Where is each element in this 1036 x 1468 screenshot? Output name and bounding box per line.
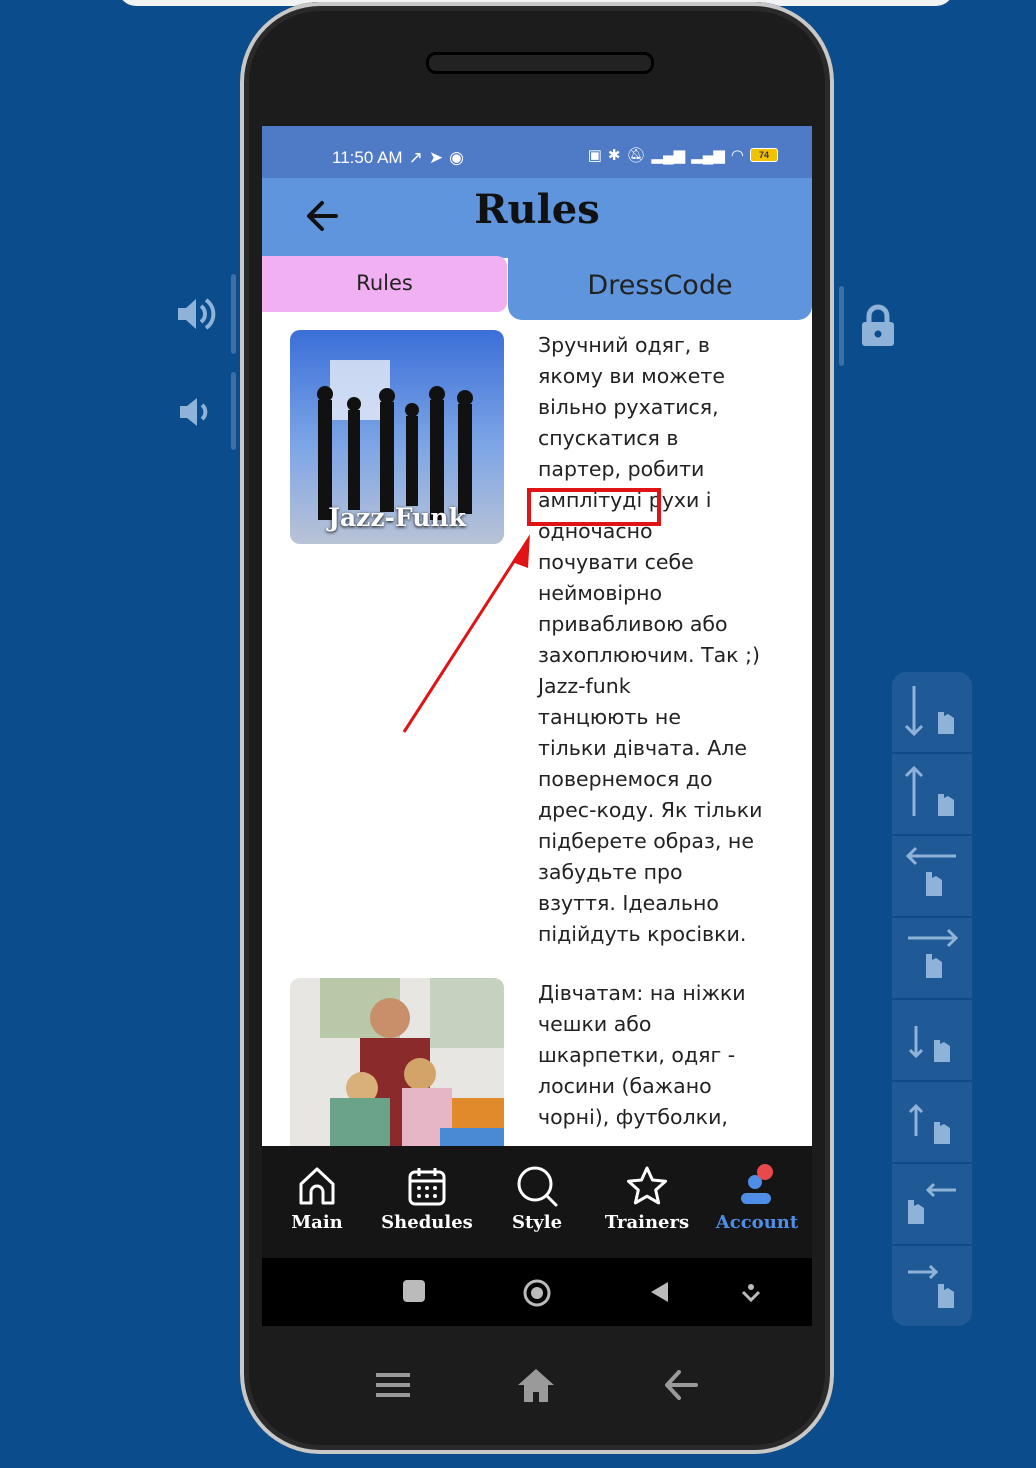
- system-nav-bar: [262, 1258, 812, 1326]
- search-icon: [517, 1166, 558, 1207]
- home-icon: [299, 1167, 335, 1205]
- mute-icon: 🔕︎: [626, 147, 646, 164]
- status-bar: 11:50 AM ↗ ➤ ◉ ▣ ✱ 🔕︎ ▂▄▆ ▂▄▆ ◠ 74: [262, 126, 812, 178]
- volume-down-icon[interactable]: [178, 394, 214, 430]
- card-text: Дівчатам: на ніжки чешки або шкарпетки, од…: [538, 978, 778, 1133]
- recents-icon[interactable]: [403, 1280, 425, 1302]
- home-icon[interactable]: [516, 1366, 556, 1408]
- nav-label: Style: [511, 1212, 563, 1233]
- card-text-line: захоплюючим. Так ;): [538, 643, 760, 667]
- card-text-line: підійдуть кросівки.: [538, 922, 747, 946]
- nav-trainers[interactable]: Trainers: [592, 1164, 702, 1233]
- page-title: Rules: [474, 186, 600, 233]
- swipe-right-icon[interactable]: [892, 918, 972, 1000]
- tab-rules[interactable]: Rules: [262, 256, 507, 312]
- card-text-line: тільки дівчата. Але: [538, 736, 747, 760]
- card-text-line: якому ви можете: [538, 364, 725, 388]
- card-text-line: привабливою або: [538, 612, 728, 636]
- signal-2-icon: ▂▄▆: [691, 147, 725, 164]
- card-text-line: повернемося до: [538, 767, 713, 791]
- side-rail-lower: [231, 372, 236, 450]
- star-icon: [627, 1166, 667, 1205]
- highlight-box: [527, 488, 661, 526]
- wifi-icon: ◠: [730, 147, 744, 164]
- share-icon: ↗: [408, 148, 423, 167]
- card-text-line: чорні), футболки,: [538, 1105, 728, 1129]
- swipe-down-icon[interactable]: [892, 672, 972, 754]
- card-text-line: чешки або: [538, 1012, 652, 1036]
- nav-style[interactable]: Style: [482, 1164, 592, 1233]
- card-text-line: лосини (бажано: [538, 1074, 712, 1098]
- annotation-arrow: [402, 534, 530, 733]
- jazz-funk-image[interactable]: Jazz-Funk: [290, 330, 504, 544]
- app-header: Rules: [262, 178, 812, 258]
- side-rail-upper: [231, 274, 236, 354]
- scroll-left-icon[interactable]: [892, 1164, 972, 1246]
- volume-up-icon[interactable]: [176, 294, 216, 334]
- telegram-icon: ➤: [428, 148, 444, 167]
- card-text-line: Зручний одяг, в: [538, 333, 710, 357]
- lock-icon[interactable]: [860, 304, 896, 348]
- scroll-down-icon[interactable]: [892, 1000, 972, 1082]
- scroll-right-icon[interactable]: [892, 1246, 972, 1326]
- speaker-grille: [426, 52, 654, 74]
- bottom-nav: Main Shedules Style Trainers Account: [262, 1146, 812, 1258]
- card-text-line: танцюють не: [538, 705, 681, 729]
- tab-dresscode[interactable]: DressCode: [508, 258, 812, 320]
- status-time: 11:50 AM: [332, 148, 403, 167]
- gesture-panel: [892, 672, 972, 1326]
- nav-label: Trainers: [604, 1212, 690, 1233]
- account-icon: [741, 1164, 773, 1204]
- card-text-line: Дівчатам: на ніжки: [538, 981, 746, 1005]
- nav-label: Shedules: [381, 1212, 473, 1233]
- card-text-line: Jazz-funk: [538, 674, 631, 698]
- back-arrow-icon[interactable]: [662, 1366, 700, 1408]
- battery-icon: 74: [750, 148, 778, 162]
- card-text-line: почувати себе: [538, 550, 694, 574]
- nav-schedules[interactable]: Shedules: [372, 1164, 482, 1233]
- home-circle-icon[interactable]: [522, 1278, 552, 1312]
- card-text-line: неймовірно: [538, 581, 663, 605]
- bluetooth-icon: ✱: [607, 147, 621, 164]
- scroll-up-icon[interactable]: [892, 1082, 972, 1164]
- card-text-line: спускатися в: [538, 426, 679, 450]
- card-text: Зручний одяг, в якому ви можете вільно рух…: [538, 330, 778, 950]
- nfc-icon: ▣: [587, 147, 602, 164]
- card-text-line: партер, робити: [538, 457, 705, 481]
- nav-account[interactable]: Account: [702, 1164, 812, 1233]
- keyboard-hide-icon[interactable]: [740, 1282, 762, 1308]
- nav-label: Account: [715, 1212, 799, 1233]
- card-text-line: шкарпетки, одяг -: [538, 1043, 736, 1067]
- card-text-line: вільно рухатися,: [538, 395, 719, 419]
- kids-image[interactable]: [290, 978, 504, 1146]
- side-rail-right: [839, 286, 844, 366]
- card-text-line: підберете образ, не: [538, 829, 754, 853]
- card-text-line: дрес-коду. Як тільки: [538, 798, 763, 822]
- nav-main[interactable]: Main: [262, 1164, 372, 1233]
- swipe-up-icon[interactable]: [892, 754, 972, 836]
- swipe-left-icon[interactable]: [892, 836, 972, 918]
- calendar-icon: [408, 1168, 446, 1206]
- back-triangle-icon[interactable]: [648, 1280, 670, 1308]
- menu-icon[interactable]: [374, 1366, 412, 1408]
- nav-label: Main: [291, 1212, 343, 1233]
- sync-icon: ◉: [449, 148, 464, 167]
- signal-icon: ▂▄▆: [651, 147, 686, 164]
- card-text-line: взуття. Ідеально: [538, 891, 719, 915]
- card-text-line: забудьте про: [538, 860, 683, 884]
